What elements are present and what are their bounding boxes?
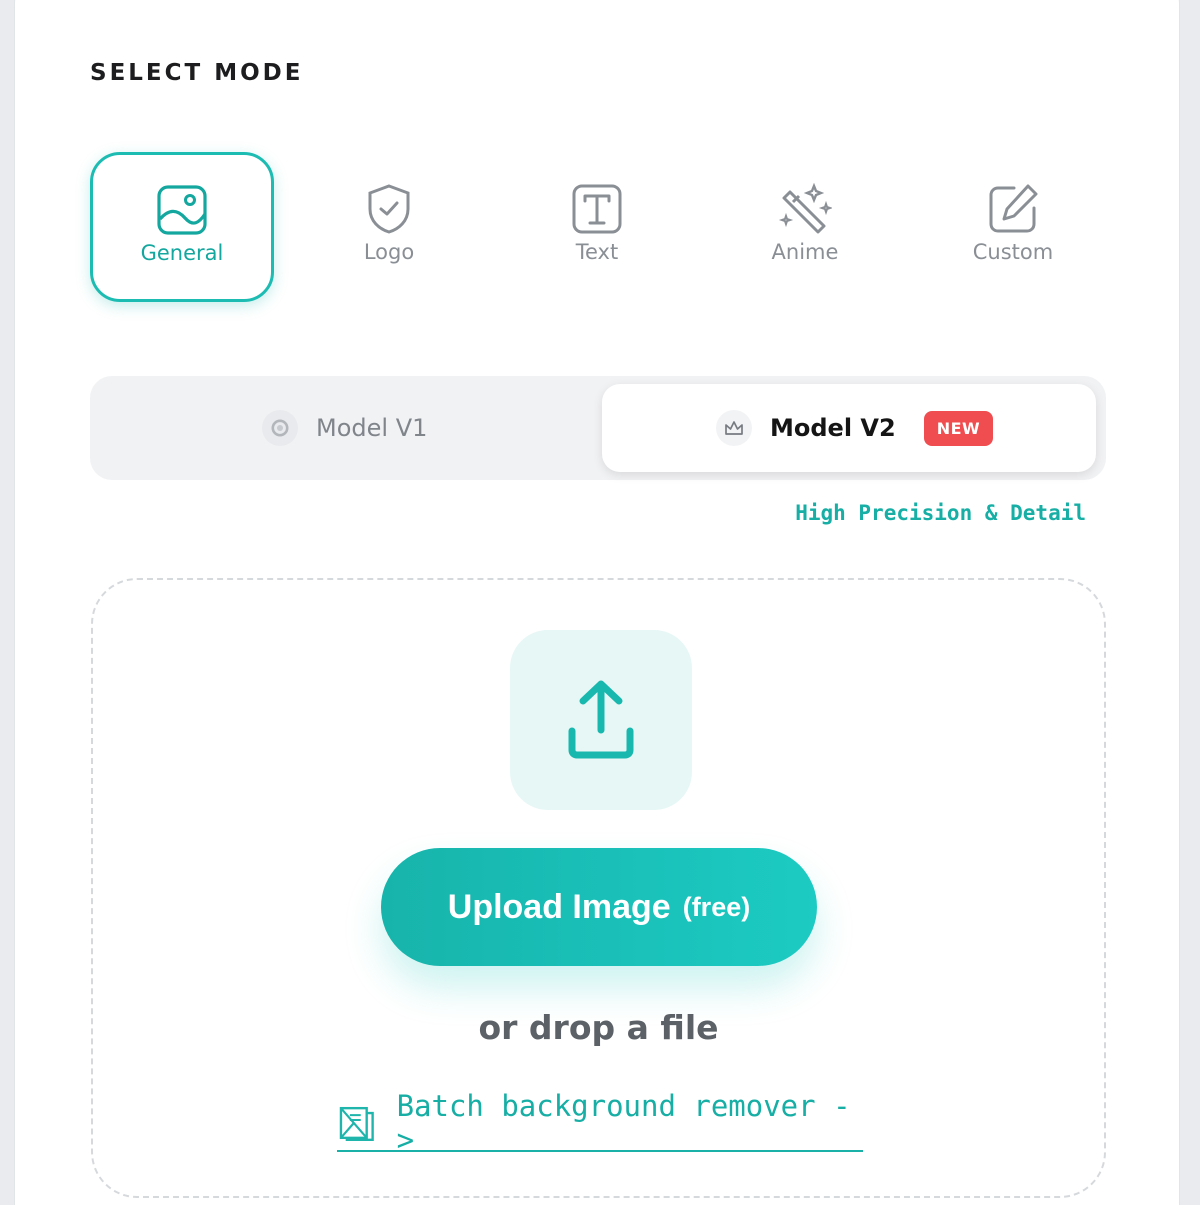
upload-button-suffix: (free) [682, 891, 751, 922]
mode-label-general: General [140, 241, 224, 265]
text-box-icon [572, 184, 622, 234]
crown-icon [716, 410, 752, 446]
image-icon [157, 185, 207, 235]
batch-remover-label: Batch background remover -> [396, 1089, 851, 1157]
mode-general[interactable]: General [90, 152, 274, 302]
edit-pen-icon [989, 184, 1038, 233]
mode-text[interactable]: Text [505, 152, 689, 302]
section-title: SELECT MODE [90, 60, 304, 86]
upload-icon [568, 680, 634, 759]
mode-anime[interactable]: Anime [713, 152, 897, 302]
gear-icon [262, 410, 298, 446]
model-v1-option[interactable]: Model V1 [98, 384, 598, 472]
model-v2-option[interactable]: Model V2 NEW [602, 384, 1096, 472]
upload-dropzone[interactable]: Upload Image (free) or drop a file Batch… [91, 578, 1106, 1198]
magic-wand-icon [778, 182, 832, 234]
batch-images-icon [339, 1106, 374, 1142]
model-selector: Model V1 Model V2 NEW [90, 376, 1106, 480]
mode-custom[interactable]: Custom [921, 152, 1105, 302]
drop-hint: or drop a file [478, 1008, 719, 1047]
mode-label-text: Text [575, 240, 619, 264]
mode-label-anime: Anime [771, 240, 839, 264]
mode-logo[interactable]: Logo [297, 152, 481, 302]
upload-button-label: Upload Image [447, 887, 671, 926]
model-v2-label: Model V2 [770, 414, 896, 442]
new-badge: NEW [923, 410, 994, 446]
upload-icon-tile [510, 630, 692, 810]
mode-label-logo: Logo [363, 240, 415, 264]
mode-label-custom: Custom [972, 240, 1054, 264]
batch-remover-link[interactable]: Batch background remover -> [337, 1089, 863, 1157]
page: SELECT MODE General Logo Text Anime Cust… [0, 0, 1200, 1205]
shield-check-icon [368, 184, 410, 234]
model-caption: High Precision & Detail [795, 501, 1086, 525]
model-v1-label: Model V1 [316, 414, 428, 442]
upload-image-button[interactable]: Upload Image (free) [381, 848, 817, 966]
